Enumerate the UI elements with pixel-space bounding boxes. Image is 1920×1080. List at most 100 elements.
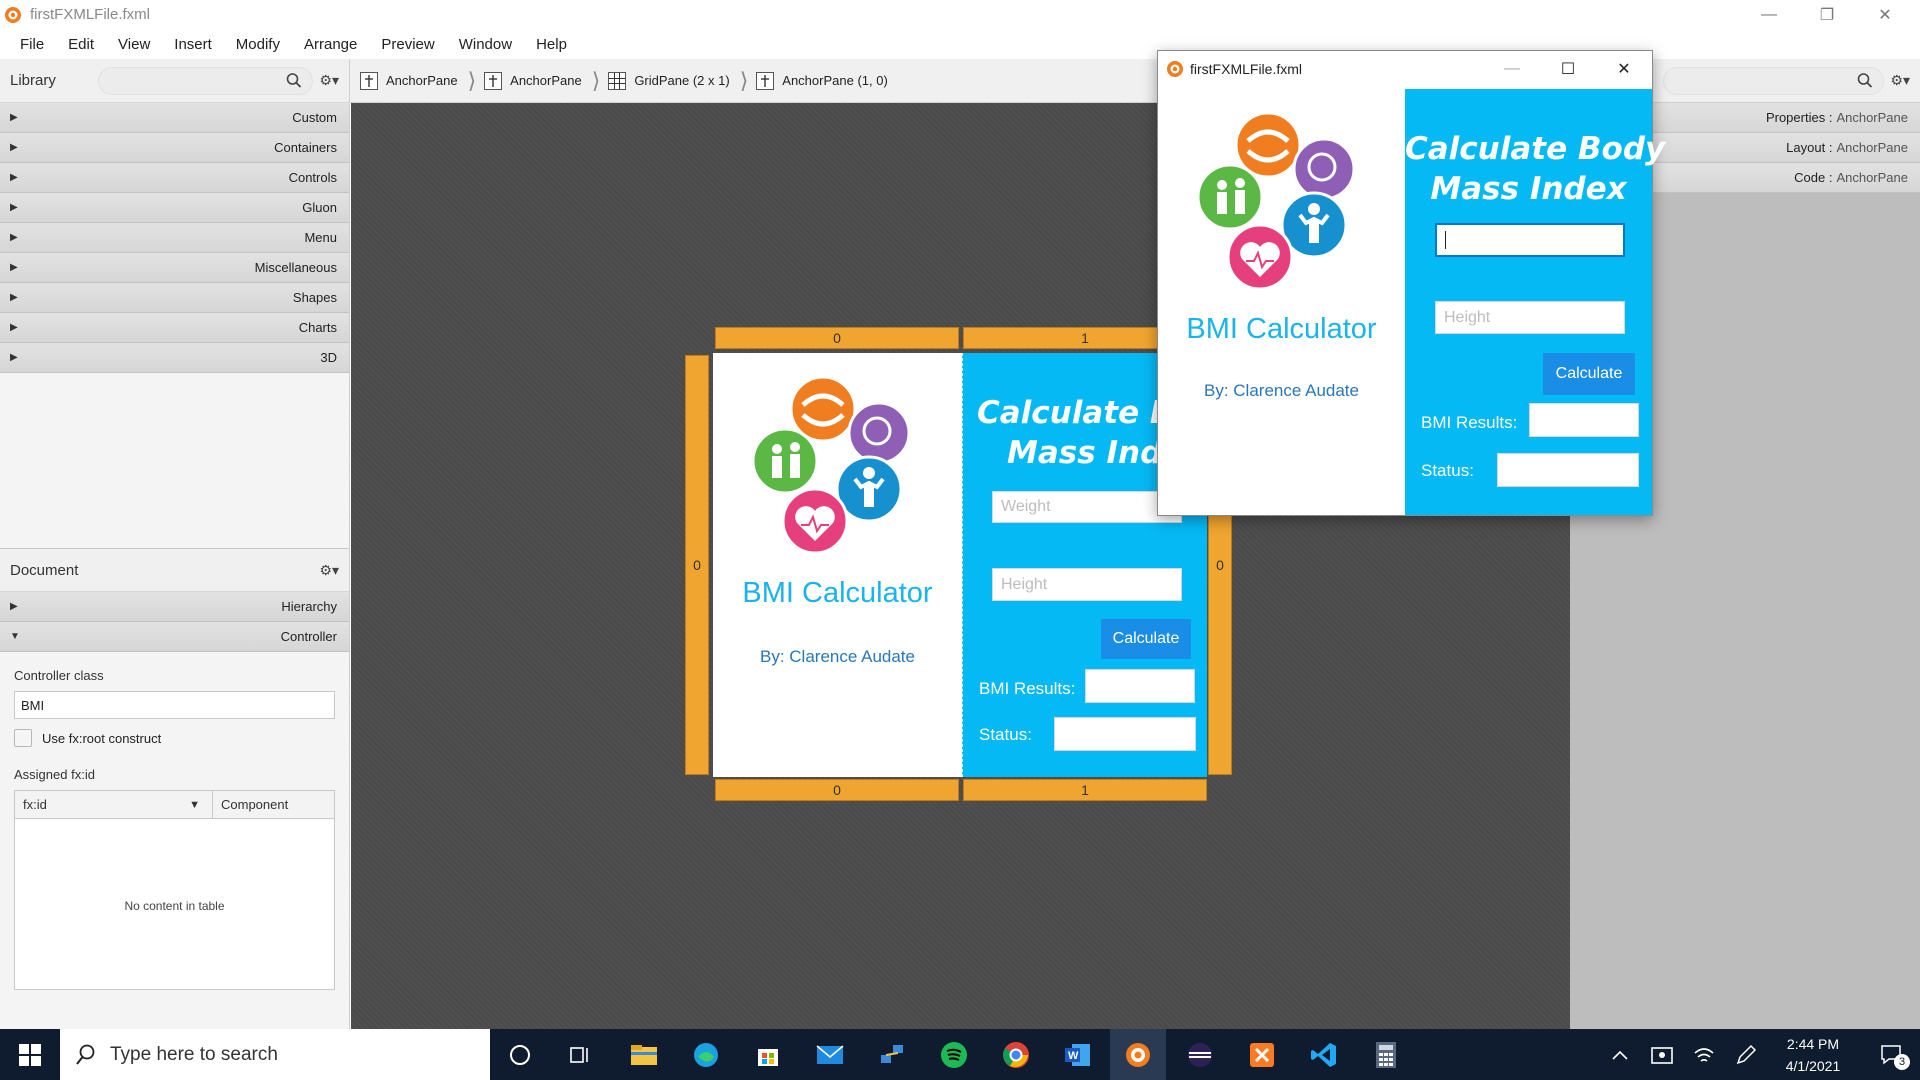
library-section-containers[interactable]: ▶ Containers [0, 133, 349, 163]
use-root-checkbox[interactable] [14, 729, 32, 747]
library-header: Library ⚙▾ [0, 59, 349, 103]
preview-calculate-button[interactable]: Calculate [1543, 353, 1635, 395]
scene-builder-taskbar-icon[interactable] [1110, 1029, 1166, 1080]
menu-insert[interactable]: Insert [162, 36, 224, 53]
taskbar-search-box[interactable]: Type here to search [60, 1029, 490, 1080]
restore-button[interactable]: ❐ [1798, 0, 1856, 29]
preview-close-button[interactable]: ✕ [1596, 51, 1652, 87]
expand-triangle-icon: ▶ [10, 172, 18, 183]
preview-maximize-button[interactable]: ☐ [1540, 51, 1596, 87]
component-column-header[interactable]: Component [213, 791, 288, 818]
breadcrumb-item-gridpane[interactable]: GridPane (2 x 1) ⟩ [608, 69, 748, 91]
inspector-search-input[interactable] [1663, 66, 1884, 95]
menu-view[interactable]: View [106, 36, 162, 53]
xampp-icon[interactable] [1234, 1029, 1290, 1080]
start-button[interactable] [2, 1029, 58, 1080]
menu-help[interactable]: Help [524, 36, 579, 53]
eclipse-icon[interactable] [1172, 1029, 1228, 1080]
document-section-controller[interactable]: ▼ Controller [0, 622, 349, 652]
height-input[interactable]: Height [992, 568, 1182, 601]
clock-time: 2:44 PM [1786, 1036, 1840, 1052]
file-explorer-icon[interactable] [616, 1029, 672, 1080]
fxid-column-header[interactable]: fx:id ▼ [15, 791, 213, 818]
gridpane-column-handle-top-0[interactable]: 0 [715, 327, 959, 349]
library-section-miscellaneous[interactable]: ▶ Miscellaneous [0, 253, 349, 283]
chrome-icon[interactable] [988, 1029, 1044, 1080]
bmi-results-field[interactable] [1085, 669, 1195, 703]
network-app-icon[interactable] [864, 1029, 920, 1080]
inspector-value: AnchorPane [1836, 110, 1908, 125]
breadcrumb-item-anchorpane-cell[interactable]: AnchorPane (1, 0) [756, 71, 888, 90]
system-clock[interactable]: 2:44 PM 4/1/2021 [1758, 1033, 1868, 1077]
bmi-left-pane[interactable]: BMI Calculator By: Clarence Audate [713, 353, 962, 777]
calculator-icon[interactable] [1358, 1029, 1414, 1080]
document-section-hierarchy[interactable]: ▶ Hierarchy [0, 592, 349, 622]
text-cursor [1445, 231, 1446, 249]
word-icon[interactable]: W [1050, 1029, 1106, 1080]
expand-triangle-icon: ▶ [10, 322, 18, 333]
search-icon [1857, 72, 1873, 88]
preview-bmi-status-field[interactable] [1497, 453, 1639, 487]
library-section-menu[interactable]: ▶ Menu [0, 223, 349, 253]
close-button[interactable]: ✕ [1856, 0, 1914, 29]
document-settings-gear-icon[interactable]: ⚙▾ [313, 562, 339, 579]
expand-triangle-icon: ▶ [10, 601, 18, 612]
section-label: Miscellaneous [254, 260, 337, 275]
controller-class-input[interactable]: BMI [14, 691, 335, 719]
bmi-status-field[interactable] [1054, 717, 1196, 751]
column-label: fx:id [23, 797, 47, 812]
breadcrumb-item-anchorpane[interactable]: AnchorPane ⟩ [484, 69, 600, 91]
gridpane-column-handle-bottom-1[interactable]: 1 [963, 779, 1207, 801]
minimize-button[interactable]: — [1740, 0, 1798, 29]
library-section-shapes[interactable]: ▶ Shapes [0, 283, 349, 313]
taskbar-search-placeholder: Type here to search [110, 1043, 278, 1065]
microsoft-store-icon[interactable] [740, 1029, 796, 1080]
inspector-header: ⚙▾ [1653, 59, 1920, 103]
mail-icon[interactable] [802, 1029, 858, 1080]
edge-icon[interactable] [678, 1029, 734, 1080]
gridpane-row-handle-left-0[interactable]: 0 [685, 355, 709, 775]
expand-triangle-icon: ▶ [10, 202, 18, 213]
inspector-settings-gear-icon[interactable]: ⚙▾ [1884, 72, 1910, 89]
weight-input[interactable]: Weight [992, 491, 1182, 523]
library-title: Library [10, 72, 56, 89]
notification-count-badge: 3 [1894, 1054, 1910, 1070]
library-section-charts[interactable]: ▶ Charts [0, 313, 349, 343]
spotify-icon[interactable] [926, 1029, 982, 1080]
preview-window[interactable]: firstFXMLFile.fxml — ☐ ✕ BMI Calculator … [1157, 50, 1665, 516]
menu-window[interactable]: Window [447, 36, 524, 53]
inspector-label: Layout [1786, 140, 1826, 155]
task-view-icon[interactable] [552, 1029, 608, 1080]
calculate-button[interactable]: Calculate [1101, 619, 1191, 659]
use-root-label: Use fx:root construct [42, 730, 162, 746]
gridpane-column-handle-bottom-0[interactable]: 0 [715, 779, 959, 801]
library-settings-gear-icon[interactable]: ⚙▾ [313, 72, 339, 89]
library-section-controls[interactable]: ▶ Controls [0, 163, 349, 193]
notification-center-icon[interactable]: 3 [1864, 1029, 1920, 1080]
vscode-icon[interactable] [1296, 1029, 1352, 1080]
svg-text:W: W [1068, 1050, 1079, 1062]
library-search-input[interactable] [98, 66, 313, 95]
menu-preview[interactable]: Preview [369, 36, 446, 53]
menu-edit[interactable]: Edit [56, 36, 106, 53]
bmi-results-label: BMI Results: [979, 679, 1076, 698]
menu-modify[interactable]: Modify [224, 36, 292, 53]
anchorpane-icon [484, 71, 503, 90]
breadcrumb-item-anchorpane-root[interactable]: AnchorPane ⟩ [360, 69, 476, 91]
preview-height-input[interactable]: Height [1435, 301, 1625, 334]
library-section-gluon[interactable]: ▶ Gluon [0, 193, 349, 223]
fxid-table[interactable]: fx:id ▼ Component No content in table [14, 790, 335, 990]
preview-bmi-results-field[interactable] [1529, 403, 1639, 437]
library-section-3d[interactable]: ▶ 3D [0, 343, 349, 373]
preview-weight-input[interactable] [1435, 223, 1625, 257]
preview-minimize-button[interactable]: — [1484, 51, 1540, 87]
cortana-icon[interactable] [492, 1029, 548, 1080]
preview-heading-line2: Mass Index [1430, 171, 1627, 207]
menu-arrange[interactable]: Arrange [292, 36, 369, 53]
preview-title-bar[interactable]: firstFXMLFile.fxml — ☐ ✕ [1158, 51, 1652, 87]
menu-file[interactable]: File [8, 36, 56, 53]
sort-down-icon: ▼ [189, 798, 200, 811]
section-label: 3D [320, 350, 337, 365]
library-section-custom[interactable]: ▶ Custom [0, 103, 349, 133]
anchorpane-icon [756, 71, 775, 90]
